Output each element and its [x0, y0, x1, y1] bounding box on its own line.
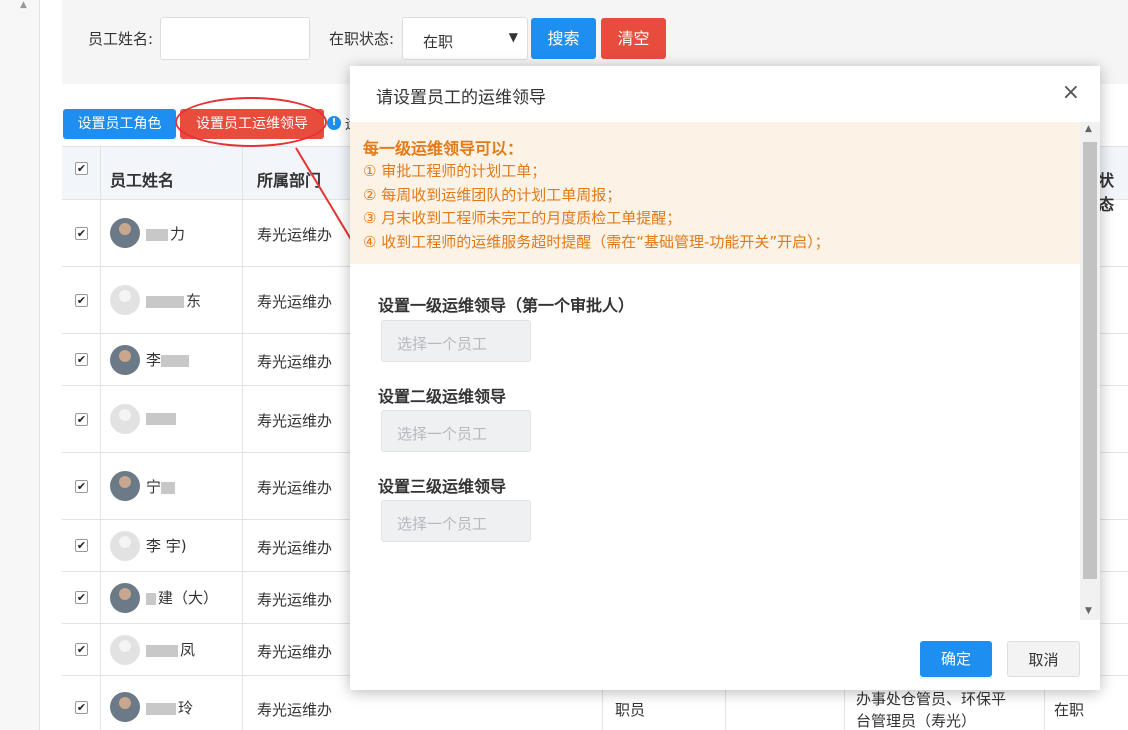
avatar — [110, 345, 140, 375]
row-checkbox[interactable]: ✔ — [75, 539, 88, 552]
avatar — [110, 635, 140, 665]
employee-name: 凤 — [146, 639, 195, 660]
department-name: 寿光运维办 — [257, 701, 333, 719]
cancel-button[interactable]: 取消 — [1007, 641, 1080, 677]
row-checkbox[interactable]: ✔ — [75, 413, 88, 426]
position-cell: 职员 — [615, 701, 646, 719]
confirm-button[interactable]: 确定 — [920, 641, 992, 677]
notice-line: ② 每周收到运维团队的计划工单周报； — [363, 185, 622, 204]
info-icon: ! — [327, 116, 341, 130]
set-role-button[interactable]: 设置员工角色 — [63, 109, 176, 139]
dialog-body: 每一级运维领导可以： ① 审批工程师的计划工单； ② 每周收到运维团队的计划工单… — [350, 122, 1100, 620]
header-department: 所属部门 — [257, 171, 322, 190]
level1-lead-picker[interactable]: 选择一个员工 — [381, 320, 531, 362]
level2-lead-picker[interactable]: 选择一个员工 — [381, 410, 531, 452]
avatar — [110, 531, 140, 561]
employee-name: 宁 — [146, 476, 177, 497]
left-sidebar-rail: ▲ — [0, 0, 40, 730]
role-cell-line2: 台管理员（寿光） — [856, 712, 977, 730]
search-button[interactable]: 搜索 — [531, 18, 596, 59]
avatar — [110, 692, 140, 722]
employee-name: 建（大） — [146, 587, 218, 608]
row-checkbox[interactable]: ✔ — [75, 353, 88, 366]
dropdown-caret-icon: ▼ — [508, 30, 518, 44]
scroll-down-icon[interactable]: ▼ — [1085, 606, 1092, 616]
status-label: 在职状态: — [329, 30, 395, 48]
employee-name: 李 — [146, 349, 191, 370]
set-ops-lead-dialog: 请设置员工的运维领导 × 每一级运维领导可以： ① 审批工程师的计划工单； ② … — [350, 66, 1100, 690]
employee-name: 李 宇) — [146, 537, 187, 555]
employee-name: 东 — [146, 290, 201, 311]
notice-line: ① 审批工程师的计划工单； — [363, 162, 547, 180]
level2-lead-label: 设置二级运维领导 — [378, 387, 507, 406]
row-checkbox[interactable]: ✔ — [75, 701, 88, 714]
department-name: 寿光运维办 — [257, 591, 333, 609]
status-select[interactable]: 在职 ▼ — [402, 17, 528, 60]
role-cell-line1: 办事处仓管员、环保平 — [856, 690, 1007, 708]
employee-name-input[interactable] — [160, 17, 310, 60]
close-icon[interactable]: × — [1062, 79, 1080, 107]
row-checkbox[interactable]: ✔ — [75, 643, 88, 656]
notice-title: 每一级运维领导可以： — [363, 139, 524, 158]
level1-lead-label: 设置一级运维领导（第一个审批人） — [378, 296, 635, 315]
clear-button[interactable]: 清空 — [601, 18, 666, 59]
department-name: 寿光运维办 — [257, 643, 333, 661]
employee-name: 玲 — [146, 697, 193, 718]
notice-line: ④ 收到工程师的运维服务超时提醒（需在“基础管理-功能开关”开启）； — [363, 232, 830, 251]
header-employee-name: 员工姓名 — [110, 171, 175, 190]
status-select-value: 在职 — [423, 33, 454, 51]
select-all-checkbox[interactable]: ✔ — [75, 162, 88, 175]
status-cell: 在职 — [1054, 701, 1085, 719]
avatar — [110, 218, 140, 248]
notice-box: 每一级运维领导可以： ① 审批工程师的计划工单； ② 每周收到运维团队的计划工单… — [350, 122, 1080, 264]
dialog-title: 请设置员工的运维领导 — [376, 88, 546, 108]
dialog-scrollbar[interactable]: ▲ ▼ — [1080, 122, 1100, 620]
avatar — [110, 404, 140, 434]
avatar — [110, 285, 140, 315]
avatar — [110, 583, 140, 613]
department-name: 寿光运维办 — [257, 539, 333, 557]
department-name: 寿光运维办 — [257, 479, 333, 497]
department-name: 寿光运维办 — [257, 226, 333, 244]
department-name: 寿光运维办 — [257, 293, 333, 311]
employee-name-label: 员工姓名: — [88, 30, 154, 48]
level3-lead-picker[interactable]: 选择一个员工 — [381, 500, 531, 542]
avatar — [110, 471, 140, 501]
level3-lead-label: 设置三级运维领导 — [378, 477, 507, 496]
row-checkbox[interactable]: ✔ — [75, 480, 88, 493]
department-name: 寿光运维办 — [257, 353, 333, 371]
annotation-highlight-ellipse — [175, 97, 327, 147]
row-checkbox[interactable]: ✔ — [75, 591, 88, 604]
notice-line: ③ 月末收到工程师未完工的月度质检工单提醒； — [363, 209, 682, 227]
department-name: 寿光运维办 — [257, 412, 333, 430]
row-checkbox[interactable]: ✔ — [75, 227, 88, 240]
scrollbar-thumb[interactable] — [1083, 142, 1097, 579]
collapse-caret-icon[interactable]: ▲ — [20, 0, 30, 10]
employee-name — [146, 409, 178, 427]
scroll-up-icon[interactable]: ▲ — [1085, 124, 1092, 134]
row-checkbox[interactable]: ✔ — [75, 294, 88, 307]
employee-name: 力 — [146, 223, 185, 244]
